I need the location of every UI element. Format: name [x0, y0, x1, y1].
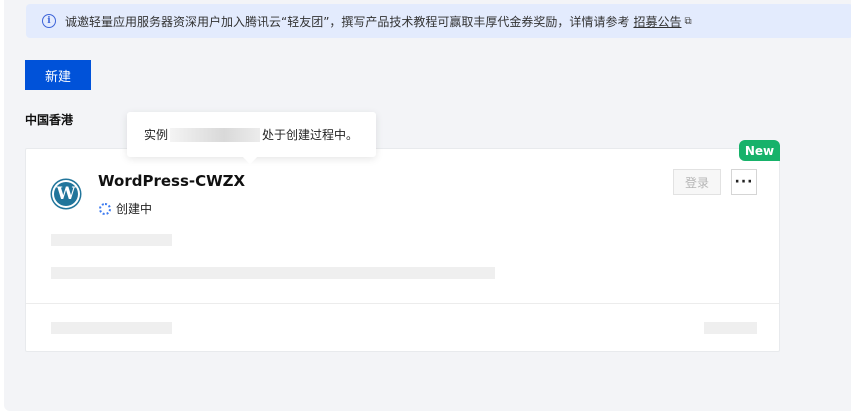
card-divider	[26, 303, 779, 304]
more-actions-button[interactable]: ···	[731, 169, 757, 195]
notice-banner: i 诚邀轻量应用服务器资深用户加入腾讯云“轻友团”，撰写产品技术教程可赢取丰厚代…	[26, 4, 851, 38]
page-background: i 诚邀轻量应用服务器资深用户加入腾讯云“轻友团”，撰写产品技术教程可赢取丰厚代…	[4, 0, 851, 411]
instance-name[interactable]: WordPress-CWZX	[98, 172, 245, 190]
tooltip-suffix: 处于创建过程中。	[262, 128, 359, 142]
skeleton-line	[51, 322, 172, 334]
status-label: 创建中	[116, 202, 153, 216]
creating-tooltip: 实例 处于创建过程中。	[127, 112, 376, 165]
tooltip-prefix: 实例	[144, 128, 169, 142]
loading-spinner-icon	[99, 202, 111, 215]
instance-card[interactable]: New W WordPress-CWZX 创建中 登录 ···	[25, 140, 780, 352]
instance-status: 创建中	[99, 200, 152, 217]
wordpress-logo-icon: W	[52, 180, 80, 208]
masked-instance-id	[170, 127, 261, 142]
skeleton-line	[51, 234, 172, 246]
recruit-announcement-link[interactable]: 招募公告	[633, 13, 681, 30]
info-icon: i	[42, 14, 56, 28]
skeleton-line	[704, 322, 757, 334]
new-badge: New	[739, 140, 780, 161]
notice-text: 诚邀轻量应用服务器资深用户加入腾讯云“轻友团”，撰写产品技术教程可赢取丰厚代金券…	[65, 14, 630, 29]
external-link-icon[interactable]: ⧉	[684, 16, 691, 27]
new-instance-button[interactable]: 新建	[25, 60, 91, 90]
skeleton-line	[51, 267, 495, 279]
region-title: 中国香港	[25, 113, 74, 127]
login-button[interactable]: 登录	[673, 169, 721, 195]
